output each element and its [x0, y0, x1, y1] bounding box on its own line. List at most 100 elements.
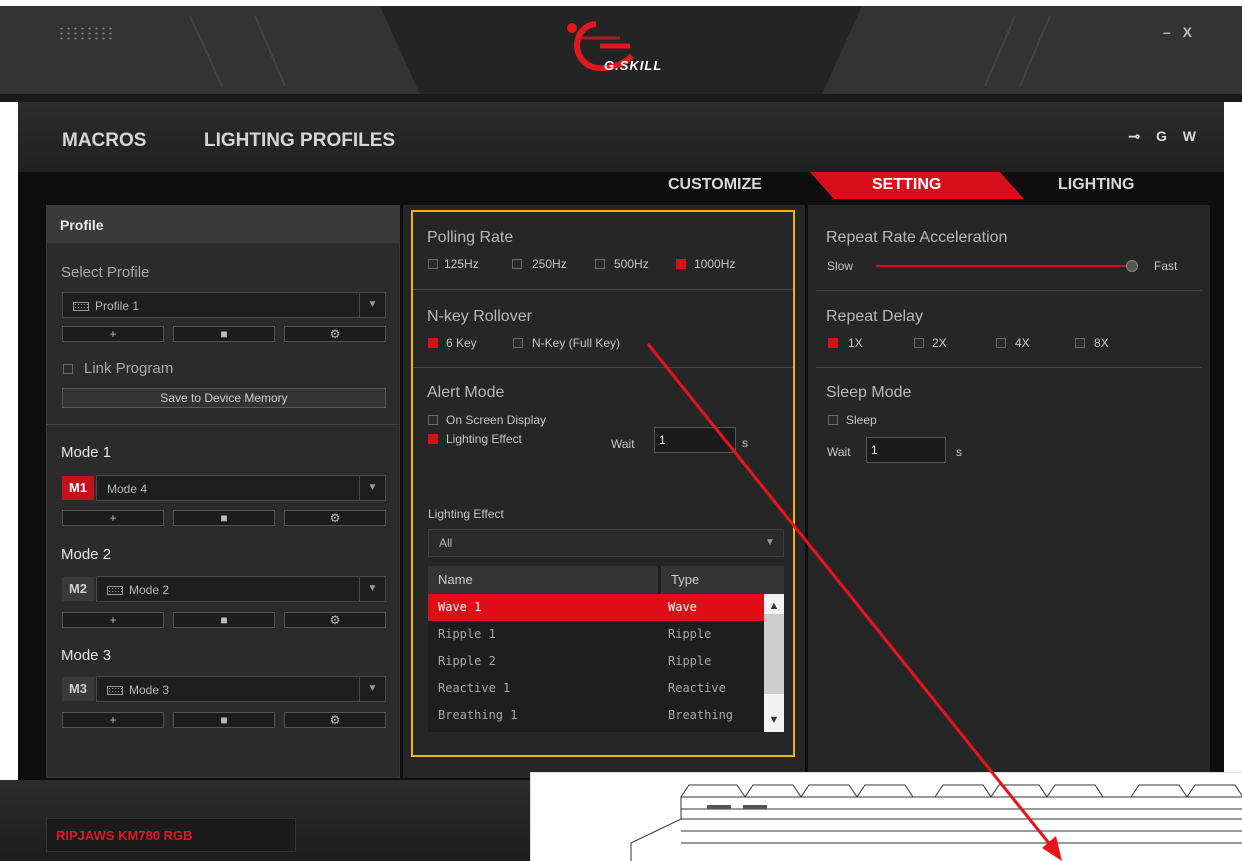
- polling-250hz-checkbox[interactable]: [512, 259, 522, 269]
- minimize-button[interactable]: –: [1163, 24, 1183, 40]
- profile-dropdown[interactable]: Profile 1 ▼: [62, 292, 386, 318]
- polling-1000hz-checkbox[interactable]: [676, 259, 686, 269]
- mode-2-badge[interactable]: M2: [62, 577, 94, 601]
- close-button[interactable]: X: [1183, 24, 1204, 40]
- nkey-6key-checkbox[interactable]: [428, 338, 438, 348]
- alert-wait-input[interactable]: 1: [654, 427, 736, 453]
- row-type: Wave: [668, 600, 697, 614]
- mode-1-badge[interactable]: M1: [62, 476, 94, 500]
- mode-3-badge[interactable]: M3: [62, 677, 94, 701]
- row-name: Reactive 1: [438, 681, 511, 695]
- usb-icon[interactable]: ⊸: [1128, 128, 1146, 144]
- table-row[interactable]: Ripple 1 Ripple: [428, 621, 764, 648]
- alert-wait-unit: s: [742, 436, 748, 450]
- tab-setting[interactable]: SETTING: [872, 176, 941, 194]
- polling-125hz-checkbox[interactable]: [428, 259, 438, 269]
- grip-dots-icon[interactable]: [58, 26, 114, 40]
- row-name: Breathing 1: [438, 708, 518, 722]
- chevron-down-icon: ▼: [765, 537, 775, 548]
- nkey-full-checkbox[interactable]: [513, 338, 523, 348]
- delete-mode-2-button[interactable]: ■: [173, 612, 275, 628]
- row-name: Wave 1: [438, 600, 482, 614]
- mode-1-title: Mode 1: [61, 444, 112, 461]
- table-row[interactable]: Ripple 2 Ripple: [428, 648, 764, 675]
- polling-125hz-label: 125Hz: [444, 257, 479, 271]
- sleep-checkbox[interactable]: [828, 415, 838, 425]
- table-row[interactable]: Reactive 1 Reactive: [428, 675, 764, 702]
- sleep-wait-unit: s: [956, 445, 962, 459]
- polling-rate-title: Polling Rate: [427, 229, 514, 246]
- nav-icons: ⊸ G W: [1128, 128, 1202, 145]
- column-header-name[interactable]: Name: [428, 566, 658, 594]
- tab-customize[interactable]: CUSTOMIZE: [668, 176, 762, 194]
- mode-2-dropdown-value: Mode 2: [129, 583, 170, 597]
- chevron-up-icon[interactable]: ▲: [764, 596, 784, 616]
- nkey-6key-label: 6 Key: [446, 336, 477, 350]
- polling-500hz-label: 500Hz: [614, 257, 649, 271]
- section-divider: [413, 367, 793, 368]
- delete-mode-1-button[interactable]: ■: [173, 510, 275, 526]
- row-type: Ripple: [668, 654, 712, 668]
- app-window: G.SKILL –X MACROS LIGHTING PROFILES ⊸ G …: [0, 0, 1242, 861]
- repeat-rate-fast-label: Fast: [1154, 259, 1178, 273]
- mode-1-settings-button[interactable]: ⚙: [284, 510, 386, 526]
- keyboard-icon: [107, 586, 123, 595]
- nav-macros[interactable]: MACROS: [62, 130, 146, 152]
- repeat-delay-1x-checkbox[interactable]: [828, 338, 838, 348]
- section-divider: [816, 290, 1202, 291]
- column-header-type[interactable]: Type: [661, 566, 784, 594]
- repeat-rate-title: Repeat Rate Acceleration: [826, 229, 1008, 246]
- nav-bar: [18, 102, 1224, 172]
- repeat-delay-8x-label: 8X: [1094, 336, 1109, 350]
- keyboard-diagram-inset: [530, 772, 1242, 861]
- alert-lighting-effect-checkbox[interactable]: [428, 434, 438, 444]
- table-row[interactable]: Wave 1 Wave: [428, 594, 764, 621]
- add-mode-2-button[interactable]: +: [62, 612, 164, 628]
- select-profile-label: Select Profile: [61, 264, 150, 281]
- repeat-delay-2x-checkbox[interactable]: [914, 338, 924, 348]
- window-controls: –X: [1163, 24, 1204, 40]
- tab-lighting[interactable]: LIGHTING: [1058, 176, 1134, 194]
- repeat-rate-slider-track[interactable]: [876, 265, 1132, 267]
- chevron-down-icon[interactable]: ▼: [764, 710, 784, 730]
- logo-text: G.SKILL: [604, 58, 663, 73]
- repeat-rate-slider-knob[interactable]: [1126, 260, 1138, 272]
- add-mode-1-button[interactable]: +: [62, 510, 164, 526]
- nav-lighting-profiles[interactable]: LIGHTING PROFILES: [204, 130, 395, 152]
- sleep-wait-input[interactable]: 1: [866, 437, 946, 463]
- table-row[interactable]: Breathing 1 Breathing: [428, 702, 764, 729]
- delete-profile-button[interactable]: ■: [173, 326, 275, 342]
- profile-settings-button[interactable]: ⚙: [284, 326, 386, 342]
- mode-3-title: Mode 3: [61, 647, 112, 664]
- link-program-checkbox[interactable]: [63, 364, 73, 374]
- lighting-effect-filter-value: All: [439, 536, 453, 550]
- save-to-device-button[interactable]: Save to Device Memory: [62, 388, 386, 408]
- row-name: Ripple 1: [438, 627, 496, 641]
- nkey-full-label: N-Key (Full Key): [532, 336, 621, 350]
- on-screen-display-checkbox[interactable]: [428, 415, 438, 425]
- repeat-rate-slow-label: Slow: [827, 259, 854, 273]
- lighting-effect-filter-dropdown[interactable]: All ▼: [428, 529, 784, 557]
- lighting-effect-list-label: Lighting Effect: [428, 507, 504, 521]
- polling-500hz-checkbox[interactable]: [595, 259, 605, 269]
- mode-2-dropdown[interactable]: Mode 2 ▼: [96, 576, 386, 602]
- add-profile-button[interactable]: +: [62, 326, 164, 342]
- mode-2-settings-button[interactable]: ⚙: [284, 612, 386, 628]
- mode-3-dropdown[interactable]: Mode 3 ▼: [96, 676, 386, 702]
- delete-mode-3-button[interactable]: ■: [173, 712, 275, 728]
- model-name: RIPJAWS KM780 RGB: [56, 828, 193, 843]
- repeat-delay-4x-checkbox[interactable]: [996, 338, 1006, 348]
- on-screen-display-label: On Screen Display: [446, 413, 547, 427]
- alert-wait-label: Wait: [611, 437, 635, 451]
- mode-3-settings-button[interactable]: ⚙: [284, 712, 386, 728]
- nkey-rollover-title: N-key Rollover: [427, 308, 532, 325]
- sleep-wait-label: Wait: [827, 445, 851, 459]
- mode-1-dropdown[interactable]: Mode 4 ▼: [96, 475, 386, 501]
- repeat-delay-4x-label: 4X: [1015, 336, 1030, 350]
- add-mode-3-button[interactable]: +: [62, 712, 164, 728]
- polling-1000hz-label: 1000Hz: [694, 257, 736, 271]
- nav-w-button[interactable]: W: [1183, 128, 1202, 144]
- repeat-delay-8x-checkbox[interactable]: [1075, 338, 1085, 348]
- nav-g-button[interactable]: G: [1156, 128, 1173, 144]
- scrollbar-thumb[interactable]: [764, 614, 784, 694]
